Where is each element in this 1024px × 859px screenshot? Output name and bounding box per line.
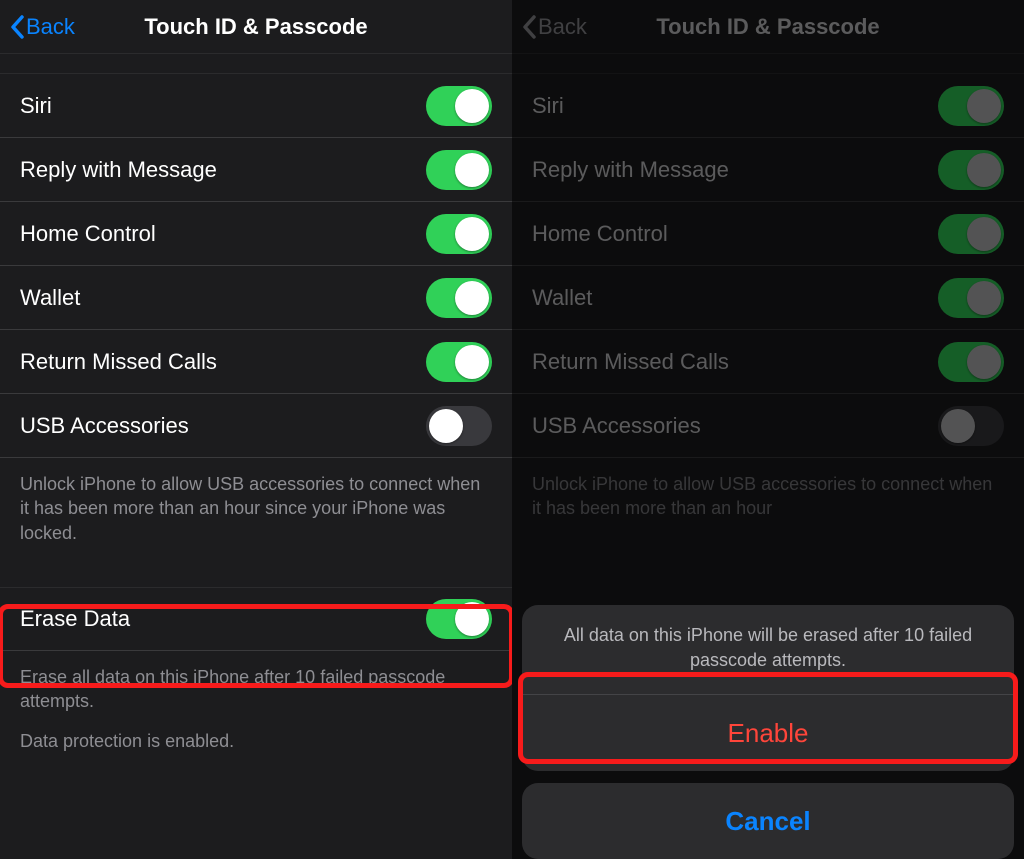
- toggle-knob: [455, 345, 489, 379]
- chevron-left-icon: [522, 15, 536, 39]
- section-gap: [0, 559, 512, 587]
- right-screenshot: Back Touch ID & Passcode Siri Reply with…: [512, 0, 1024, 859]
- row-label: Return Missed Calls: [532, 349, 729, 375]
- row-home: Home Control: [512, 202, 1024, 266]
- page-title: Touch ID & Passcode: [144, 14, 367, 40]
- row-wallet: Wallet: [512, 266, 1024, 330]
- row-label: Erase Data: [20, 606, 130, 632]
- toggle-knob: [455, 153, 489, 187]
- row-reply: Reply with Message: [512, 138, 1024, 202]
- protection-footer: Data protection is enabled.: [0, 719, 512, 767]
- toggle-knob: [967, 217, 1001, 251]
- row-missed[interactable]: Return Missed Calls: [0, 330, 512, 394]
- enable-button[interactable]: Enable: [522, 695, 1014, 771]
- row-siri: Siri: [512, 74, 1024, 138]
- row-label: Reply with Message: [20, 157, 217, 183]
- action-sheet: All data on this iPhone will be erased a…: [522, 605, 1014, 859]
- action-sheet-cancel-block: Cancel: [522, 783, 1014, 859]
- row-label: Wallet: [532, 285, 592, 311]
- toggle-knob: [455, 89, 489, 123]
- row-label: USB Accessories: [20, 413, 189, 439]
- toggle-knob: [429, 409, 463, 443]
- toggle-knob: [941, 409, 975, 443]
- toggle-usb[interactable]: [426, 406, 492, 446]
- section-spacer: [0, 54, 512, 74]
- section-spacer: [512, 54, 1024, 74]
- toggle-usb: [938, 406, 1004, 446]
- row-reply[interactable]: Reply with Message: [0, 138, 512, 202]
- toggle-erase[interactable]: [426, 599, 492, 639]
- row-label: Siri: [20, 93, 52, 119]
- toggle-knob: [967, 281, 1001, 315]
- cancel-button[interactable]: Cancel: [522, 783, 1014, 859]
- page-title: Touch ID & Passcode: [656, 14, 879, 40]
- row-label: Home Control: [532, 221, 668, 247]
- back-button[interactable]: Back: [10, 0, 75, 54]
- row-usb[interactable]: USB Accessories: [0, 394, 512, 458]
- row-label: Wallet: [20, 285, 80, 311]
- row-label: Siri: [532, 93, 564, 119]
- back-label: Back: [538, 14, 587, 40]
- toggle-home: [938, 214, 1004, 254]
- erase-footer: Erase all data on this iPhone after 10 f…: [0, 651, 512, 720]
- chevron-left-icon: [10, 15, 24, 39]
- back-label: Back: [26, 14, 75, 40]
- toggle-knob: [455, 281, 489, 315]
- toggle-missed: [938, 342, 1004, 382]
- toggle-home[interactable]: [426, 214, 492, 254]
- row-label: Home Control: [20, 221, 156, 247]
- action-sheet-block: All data on this iPhone will be erased a…: [522, 605, 1014, 771]
- row-usb: USB Accessories: [512, 394, 1024, 458]
- toggle-knob: [967, 345, 1001, 379]
- row-missed: Return Missed Calls: [512, 330, 1024, 394]
- toggle-knob: [967, 89, 1001, 123]
- toggle-knob: [455, 217, 489, 251]
- row-erase-data[interactable]: Erase Data: [0, 587, 512, 651]
- toggle-wallet[interactable]: [426, 278, 492, 318]
- usb-footer: Unlock iPhone to allow USB accessories t…: [0, 458, 512, 559]
- row-label: Return Missed Calls: [20, 349, 217, 375]
- toggle-siri[interactable]: [426, 86, 492, 126]
- navbar: Back Touch ID & Passcode: [512, 0, 1024, 54]
- row-home[interactable]: Home Control: [0, 202, 512, 266]
- back-button[interactable]: Back: [522, 0, 587, 54]
- toggle-reply[interactable]: [426, 150, 492, 190]
- navbar: Back Touch ID & Passcode: [0, 0, 512, 54]
- row-siri[interactable]: Siri: [0, 74, 512, 138]
- toggle-reply: [938, 150, 1004, 190]
- toggle-knob: [455, 602, 489, 636]
- toggle-knob: [967, 153, 1001, 187]
- row-label: Reply with Message: [532, 157, 729, 183]
- toggle-siri: [938, 86, 1004, 126]
- left-screenshot: Back Touch ID & Passcode Siri Reply with…: [0, 0, 512, 859]
- toggle-missed[interactable]: [426, 342, 492, 382]
- row-wallet[interactable]: Wallet: [0, 266, 512, 330]
- usb-footer: Unlock iPhone to allow USB accessories t…: [512, 458, 1024, 535]
- row-label: USB Accessories: [532, 413, 701, 439]
- action-sheet-message: All data on this iPhone will be erased a…: [522, 605, 1014, 695]
- toggle-wallet: [938, 278, 1004, 318]
